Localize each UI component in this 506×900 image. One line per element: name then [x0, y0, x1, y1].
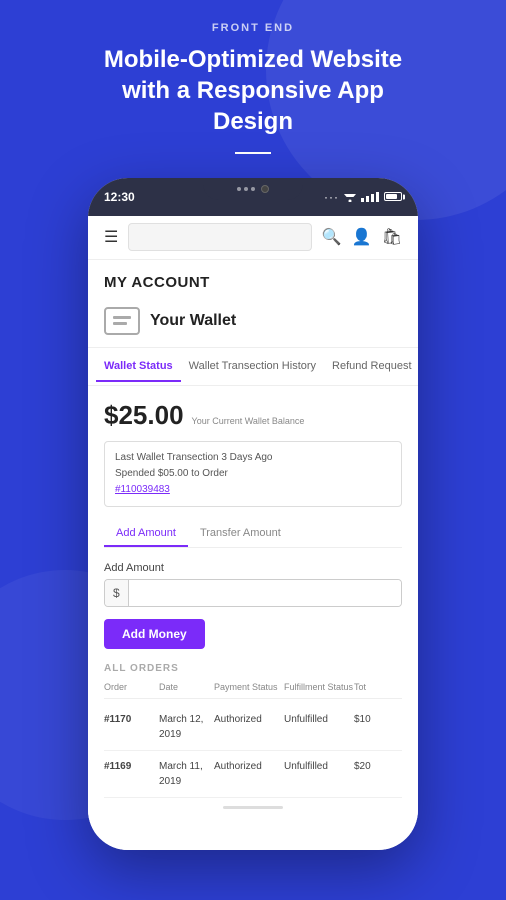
sub-tabs: Add Amount Transfer Amount — [104, 521, 402, 548]
orders-header-row: Order Date Payment Status Fulfillment St… — [104, 682, 402, 700]
signal-bars-icon — [361, 192, 379, 202]
phone-content: MY ACCOUNT Your Wallet Wallet Status Wal… — [88, 260, 418, 850]
last-transaction-text: Last Wallet Transection 3 Days Ago — [115, 450, 391, 466]
order-total-2: $20 — [354, 759, 394, 774]
tab-transaction-history[interactable]: Wallet Transection History — [181, 350, 324, 382]
order-total-1: $10 — [354, 712, 394, 727]
search-icon[interactable]: 🔍 — [322, 227, 342, 247]
account-icon[interactable]: 👤 — [352, 227, 372, 247]
col-total: Tot — [354, 682, 394, 694]
wallet-label: Your Wallet — [150, 312, 236, 330]
order-id-2[interactable]: #1169 — [104, 759, 159, 774]
col-order: Order — [104, 682, 159, 694]
my-account-title: MY ACCOUNT — [88, 260, 418, 299]
col-payment: Payment Status — [214, 682, 284, 694]
phone-frame: 12:30 ··· — [88, 178, 418, 850]
phone-nav-bar: ☰ 🔍 👤 🛍 — [88, 216, 418, 260]
order-date-1: March 12, 2019 — [159, 712, 214, 742]
hamburger-icon[interactable]: ☰ — [104, 227, 118, 247]
table-row: #1170 March 12, 2019 Authorized Unfulfil… — [104, 704, 402, 751]
wallet-icon-box — [104, 307, 140, 335]
add-money-button[interactable]: Add Money — [104, 619, 205, 649]
wallet-body: $25.00 Your Current Wallet Balance Last … — [88, 386, 418, 663]
sub-tab-add-amount[interactable]: Add Amount — [104, 521, 188, 547]
title-divider — [235, 152, 271, 154]
search-bar[interactable] — [128, 223, 312, 251]
order-fulfillment-1: Unfulfilled — [284, 712, 354, 727]
balance-row: $25.00 Your Current Wallet Balance — [104, 400, 402, 431]
order-payment-1: Authorized — [214, 712, 284, 727]
phone-time: 12:30 — [104, 190, 135, 204]
add-amount-input[interactable] — [129, 580, 401, 606]
transaction-box: Last Wallet Transection 3 Days Ago Spend… — [104, 441, 402, 507]
orders-table: Order Date Payment Status Fulfillment St… — [104, 682, 402, 799]
tab-wallet-status[interactable]: Wallet Status — [96, 350, 181, 382]
dots-icon: ··· — [324, 190, 339, 204]
phone-status-bar: 12:30 ··· — [88, 178, 418, 216]
dollar-prefix: $ — [105, 580, 129, 606]
nav-icons: 🔍 👤 🛍 — [322, 227, 402, 247]
balance-amount: $25.00 — [104, 400, 184, 431]
order-fulfillment-2: Unfulfilled — [284, 759, 354, 774]
col-fulfillment: Fulfillment Status — [284, 682, 354, 694]
order-date-2: March 11, 2019 — [159, 759, 214, 789]
sub-tab-transfer-amount[interactable]: Transfer Amount — [188, 521, 293, 547]
main-title: Mobile-Optimized Website with a Responsi… — [83, 44, 423, 138]
order-payment-2: Authorized — [214, 759, 284, 774]
order-link[interactable]: #110039483 — [115, 484, 170, 495]
input-with-prefix: $ — [104, 579, 402, 607]
battery-icon — [384, 192, 402, 201]
orders-title: ALL ORDERS — [104, 663, 402, 674]
order-id-1[interactable]: #1170 — [104, 712, 159, 727]
add-amount-label: Add Amount — [104, 562, 402, 574]
orders-section: ALL ORDERS Order Date Payment Status Ful… — [88, 663, 418, 810]
tabs-row: Wallet Status Wallet Transection History… — [88, 348, 418, 386]
wallet-section: Your Wallet — [88, 299, 418, 348]
balance-label: Your Current Wallet Balance — [192, 416, 305, 426]
col-date: Date — [159, 682, 214, 694]
wifi-icon — [344, 192, 356, 202]
add-amount-field-section: Add Amount $ — [104, 562, 402, 607]
scrollbar-hint — [223, 806, 283, 809]
spent-text: Spended $05.00 to Order — [115, 466, 391, 482]
tab-refund-request[interactable]: Refund Request — [324, 350, 418, 382]
cart-icon[interactable]: 🛍 — [382, 227, 402, 247]
table-row: #1169 March 11, 2019 Authorized Unfulfil… — [104, 751, 402, 798]
top-label: FRONT END — [212, 22, 294, 34]
phone-status-icons: ··· — [324, 190, 402, 204]
phone-notch — [203, 178, 303, 200]
